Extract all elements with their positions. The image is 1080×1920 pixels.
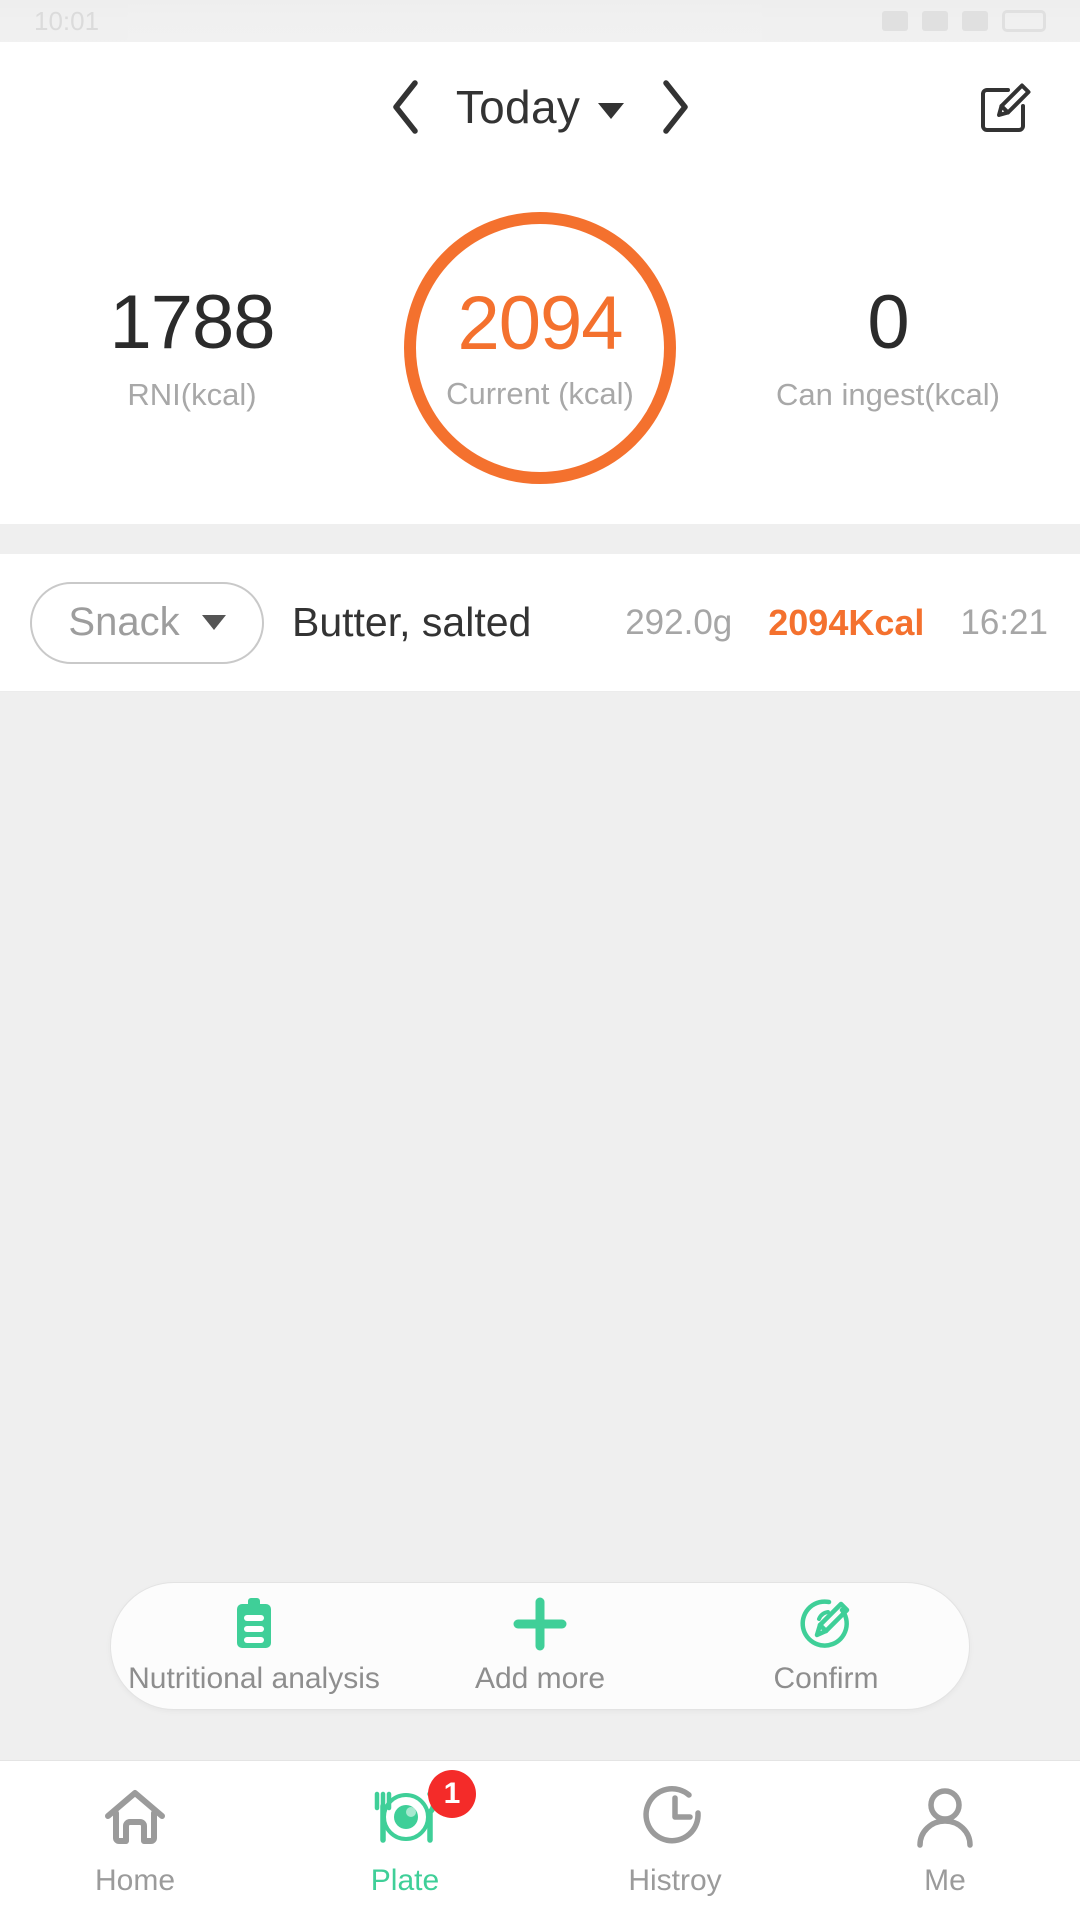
- table-row[interactable]: Snack Butter, salted 292.0g 2094Kcal 16:…: [0, 554, 1080, 692]
- food-weight: 292.0g: [625, 602, 733, 642]
- rni-value: 1788: [109, 280, 275, 366]
- plus-icon: [512, 1596, 568, 1652]
- header: Today: [0, 42, 1080, 172]
- section-divider: [0, 524, 1080, 554]
- next-day-button[interactable]: [658, 78, 692, 136]
- clock-icon: [642, 1784, 708, 1850]
- edit-square-pencil-icon: [981, 83, 1031, 132]
- calorie-summary: 1788 RNI(kcal) 2094 Current (kcal) 0 Can…: [0, 172, 1080, 524]
- can-ingest-value: 0: [867, 280, 909, 366]
- stat-rni: 1788 RNI(kcal): [42, 283, 342, 413]
- alarm-icon: [962, 11, 988, 31]
- tab-label: Me: [924, 1863, 966, 1897]
- bottom-tab-bar: Home 1 Plate Histroy Me: [0, 1760, 1080, 1920]
- can-ingest-label: Can ingest(kcal): [776, 376, 1000, 412]
- tab-home[interactable]: Home: [0, 1761, 270, 1920]
- food-name: Butter, salted: [292, 599, 532, 645]
- date-dropdown[interactable]: Today: [455, 80, 625, 134]
- battery-icon: [1002, 10, 1046, 32]
- plate-fork-knife-icon: 1: [368, 1769, 476, 1850]
- food-list: Snack Butter, salted 292.0g 2094Kcal 16:…: [0, 554, 1080, 692]
- app-root: 10:01 Today 1788 RNI(kcal) 2094 Current …: [0, 0, 1080, 1920]
- date-navigator: Today: [0, 78, 1080, 136]
- circle-pencil-icon: [797, 1596, 855, 1652]
- action-label: Nutritional analysis: [128, 1662, 380, 1695]
- tab-label: Histroy: [628, 1863, 722, 1897]
- action-label: Confirm: [773, 1662, 879, 1695]
- meal-type-label: Snack: [68, 600, 180, 644]
- action-label: Add more: [474, 1662, 606, 1695]
- signal-icon: [882, 11, 908, 31]
- nutritional-analysis-button[interactable]: Nutritional analysis: [111, 1596, 397, 1696]
- caret-down-icon: [201, 615, 226, 630]
- tab-history[interactable]: Histroy: [540, 1761, 810, 1920]
- stat-can-ingest: 0 Can ingest(kcal): [738, 283, 1038, 413]
- rni-label: RNI(kcal): [127, 376, 257, 412]
- edit-button[interactable]: [976, 77, 1036, 137]
- home-icon: [102, 1784, 168, 1850]
- tab-me[interactable]: Me: [810, 1761, 1080, 1920]
- action-bar: Nutritional analysis Add more Confirm: [110, 1582, 970, 1710]
- confirm-button[interactable]: Confirm: [683, 1596, 969, 1696]
- status-bar-icons: [882, 10, 1046, 32]
- tab-label: Home: [94, 1863, 176, 1897]
- clipboard-icon: [229, 1596, 279, 1652]
- food-time: 16:21: [960, 602, 1048, 642]
- caret-down-icon: [598, 103, 625, 119]
- tab-plate[interactable]: 1 Plate: [270, 1761, 540, 1920]
- wifi-icon: [922, 11, 948, 31]
- status-bar-time: 10:01: [34, 5, 100, 36]
- date-label: Today: [455, 81, 581, 133]
- content-area: Nutritional analysis Add more Confirm: [0, 692, 1080, 1760]
- current-calorie-ring: 2094 Current (kcal): [404, 212, 676, 484]
- food-calories: 2094Kcal: [768, 601, 925, 643]
- status-badge: 1: [428, 1769, 476, 1818]
- meal-type-dropdown[interactable]: Snack: [30, 581, 264, 664]
- tab-label: Plate: [370, 1863, 440, 1897]
- current-label: Current (kcal): [446, 375, 634, 411]
- person-icon: [912, 1784, 978, 1850]
- add-more-button[interactable]: Add more: [397, 1596, 683, 1696]
- prev-day-button[interactable]: [388, 78, 422, 136]
- status-bar: 10:01: [0, 0, 1080, 42]
- current-value: 2094: [457, 281, 623, 367]
